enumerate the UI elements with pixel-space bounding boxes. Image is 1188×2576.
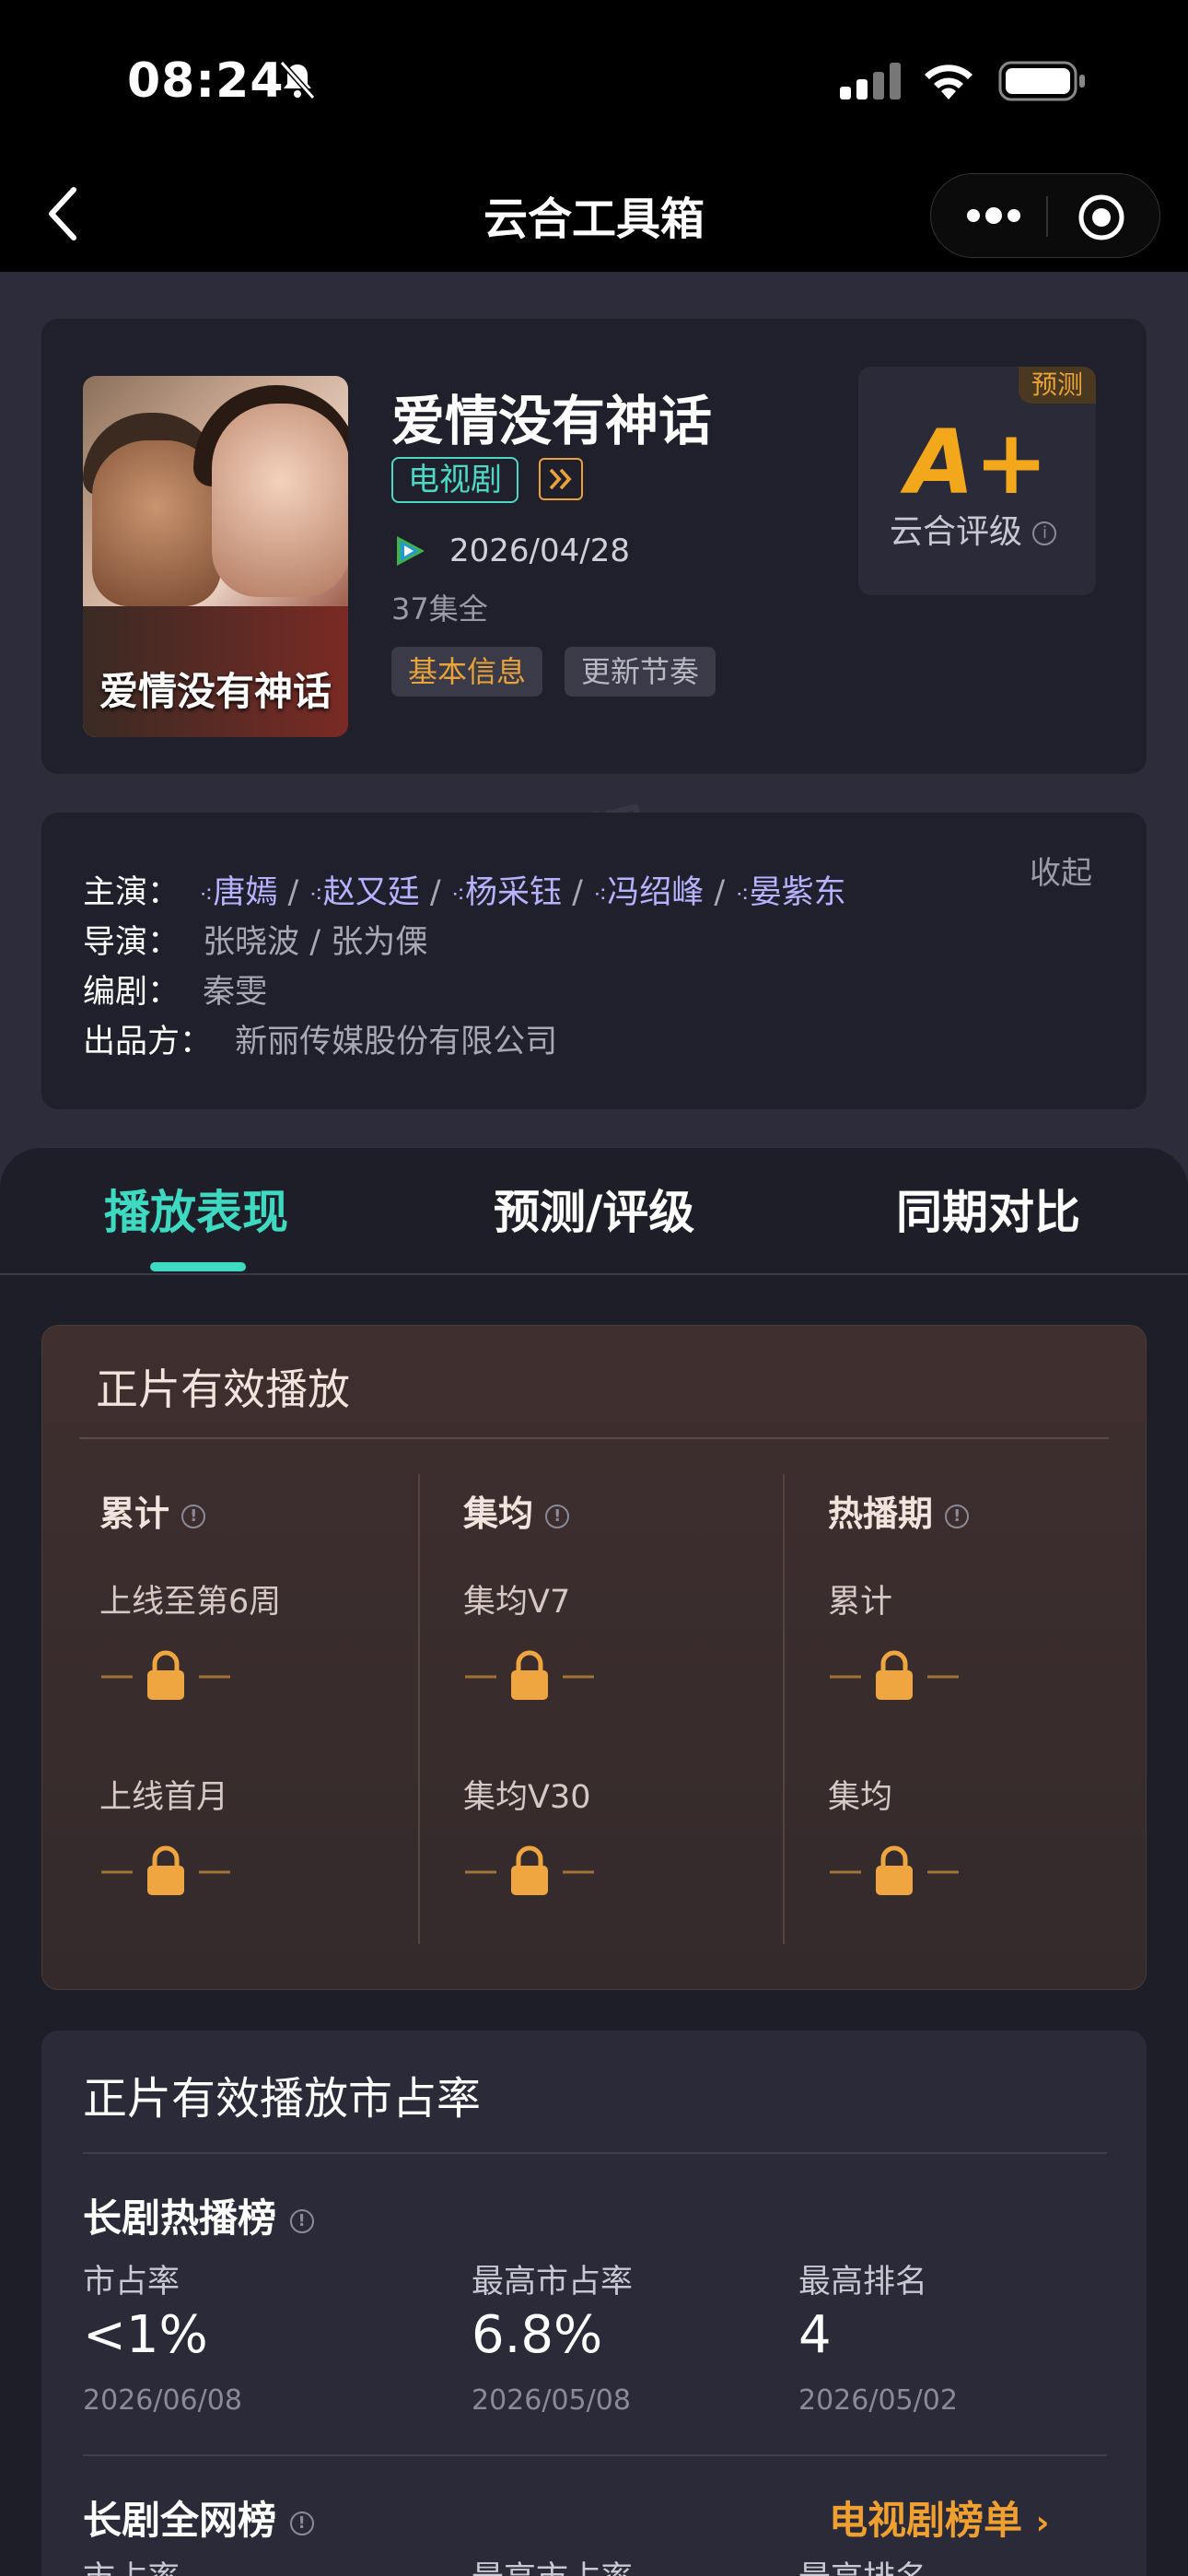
playback-title: 正片有效播放	[96, 1364, 350, 1414]
metric-label: 最高排名	[798, 2552, 927, 2576]
metric-label: 上线至第6周	[99, 1584, 282, 1621]
market-share-title: 正片有效播放市占率	[83, 2073, 482, 2125]
more-dots-icon[interactable]	[964, 202, 1023, 229]
status-bar: 08:24	[0, 0, 1188, 157]
info-icon[interactable]: !	[945, 1504, 970, 1528]
metric-label: 集均V30	[463, 1779, 591, 1816]
cast-link[interactable]: ⁖唐嫣	[199, 874, 277, 911]
wifi-icon	[925, 64, 973, 100]
show-poster[interactable]: 爱情没有神话	[83, 376, 348, 737]
tab-divider	[0, 1273, 1188, 1275]
metric-label: 最高市占率	[472, 2552, 633, 2576]
cast-link[interactable]: ⁖杨采钰	[451, 874, 562, 911]
column-head-hot-period: 热播期 !	[828, 1485, 970, 1536]
cast-link[interactable]: ⁖晏紫东	[735, 874, 845, 911]
divider	[79, 1437, 1109, 1439]
producer-value: 新丽传媒股份有限公司	[235, 1024, 558, 1060]
chevron-right-icon: ›	[1035, 2504, 1050, 2542]
metric-label: 集均V7	[463, 1584, 571, 1621]
net-rank-head: 长剧全网榜 !	[83, 2489, 314, 2546]
tab-forecast-rating[interactable]: 预测/评级	[494, 1176, 694, 1242]
tab-comparison[interactable]: 同期对比	[896, 1176, 1080, 1242]
metric-label: 集均	[828, 1779, 893, 1816]
divider	[83, 2152, 1107, 2154]
active-tab-indicator	[150, 1262, 246, 1271]
producer-row: 出品方： 新丽传媒股份有限公司	[83, 1024, 558, 1060]
miniprogram-capsule	[930, 173, 1160, 258]
lock-icon[interactable]	[101, 1647, 230, 1703]
lock-icon[interactable]	[830, 1647, 959, 1703]
info-icon[interactable]: !	[289, 2208, 314, 2233]
cast-row: 主演： ⁖唐嫣 / ⁖赵又廷 / ⁖杨采钰 / ⁖冯绍峰 / ⁖晏紫东	[83, 874, 846, 911]
column-head-cumulative: 累计 !	[99, 1485, 206, 1536]
grade-box[interactable]: 预测 A+ 云合评级 i	[858, 367, 1096, 595]
cast-label: 主演：	[83, 874, 181, 911]
lock-icon[interactable]	[465, 1843, 594, 1898]
mute-bell-icon	[279, 60, 316, 100]
column-divider	[783, 1474, 785, 1944]
director-row: 导演： 张晓波 / 张为傈	[83, 924, 428, 961]
collapse-button[interactable]: 收起	[1030, 848, 1092, 893]
battery-icon	[998, 61, 1085, 101]
metric-date: 2026/05/08	[472, 2384, 631, 2417]
cast-link[interactable]: ⁖冯绍峰	[593, 874, 704, 911]
update-rhythm-button[interactable]: 更新节奏	[565, 647, 716, 697]
director-value: 张晓波 / 张为傈	[203, 924, 428, 961]
market-share-value: <1%	[83, 2305, 208, 2365]
show-title: 爱情没有神话	[391, 390, 713, 452]
capsule-divider	[1046, 196, 1048, 237]
nav-bar: 云合工具箱	[0, 157, 1188, 272]
column-head-episode-avg: 集均 !	[463, 1485, 570, 1536]
max-rank-value: 4	[798, 2305, 832, 2365]
metric-label: 累计	[828, 1584, 893, 1621]
metric-date: 2026/06/08	[83, 2384, 242, 2417]
writer-value: 秦雯	[203, 974, 268, 1011]
lock-icon[interactable]	[101, 1843, 230, 1898]
writer-row: 编剧： 秦雯	[83, 974, 268, 1011]
grade-value: A+	[905, 411, 1049, 514]
cast-link[interactable]: ⁖赵又廷	[309, 874, 419, 911]
basic-info-button[interactable]: 基本信息	[391, 647, 543, 697]
divider	[83, 2454, 1107, 2456]
status-time: 08:24	[127, 53, 285, 109]
metric-label: 市占率	[83, 2552, 180, 2576]
info-icon: i	[1032, 521, 1057, 545]
info-icon[interactable]: !	[545, 1504, 570, 1528]
forecast-badge: 预测	[1018, 367, 1096, 404]
grade-label: 云合评级 i	[890, 505, 1057, 553]
max-market-share-value: 6.8%	[472, 2305, 603, 2365]
close-target-icon[interactable]	[1077, 193, 1126, 242]
metric-label: 市占率	[83, 2264, 181, 2301]
metric-label: 上线首月	[99, 1779, 229, 1816]
metric-label: 最高市占率	[472, 2264, 634, 2301]
info-icon[interactable]: !	[289, 2511, 314, 2535]
genre-tag: 电视剧	[391, 457, 518, 503]
info-icon[interactable]: !	[181, 1504, 206, 1528]
cellular-signal-icon	[840, 63, 901, 100]
poster-title: 爱情没有神话	[99, 669, 332, 714]
tv-chart-link[interactable]: 电视剧榜单 ›	[829, 2489, 1049, 2546]
fast-forward-icon	[539, 458, 583, 500]
tab-playback[interactable]: 播放表现	[104, 1176, 288, 1242]
column-divider	[418, 1474, 420, 1944]
hot-rank-head: 长剧热播榜 !	[83, 2187, 314, 2243]
metric-date: 2026/05/02	[798, 2384, 958, 2417]
lock-icon[interactable]	[465, 1647, 594, 1703]
metric-label: 最高排名	[798, 2264, 928, 2301]
release-date: 2026/04/28	[449, 533, 630, 569]
lock-icon[interactable]	[830, 1843, 959, 1898]
episode-count: 37集全	[391, 591, 488, 626]
tencent-video-icon	[397, 536, 425, 566]
